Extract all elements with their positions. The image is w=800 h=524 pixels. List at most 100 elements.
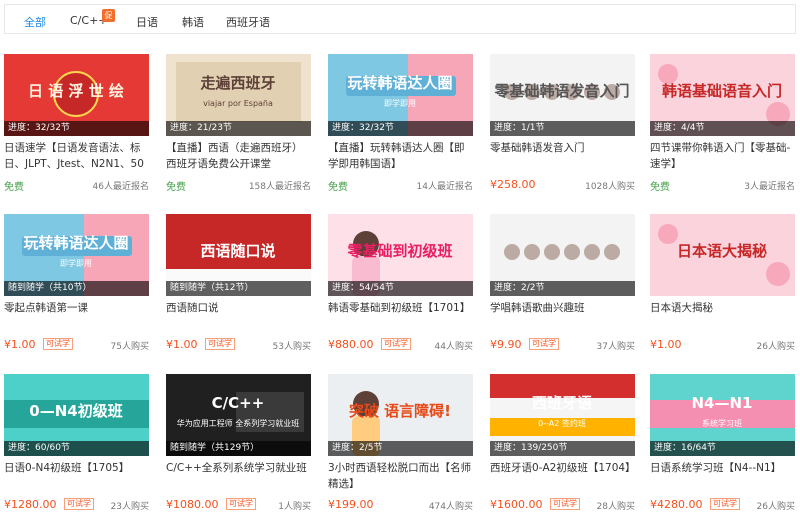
thumbnail-title: 韩语基础语音入门 (662, 82, 782, 100)
thumbnail-title: 西语随口说 (200, 242, 275, 260)
course-title[interactable]: 日本语大揭秘 (650, 300, 795, 332)
course-card[interactable]: 零基础到初级班 进度：54/54节 韩语零基础到初级班【1701】 ¥880.00 可试… (328, 214, 473, 364)
thumbnail-subtitle: 0--A2 签约班 (538, 418, 586, 428)
course-card[interactable]: 西班牙语 0--A2 签约班进度：139/250节西班牙语0-A2初级班【1704… (490, 374, 635, 524)
course-title[interactable]: 日语0-N4初级班【1705】 (4, 460, 149, 492)
trial-badge: 可试学 (226, 498, 256, 510)
thumbnail-title: 玩转韩语达人圈 (23, 234, 128, 252)
decor-face (524, 244, 540, 260)
tab-spanish[interactable]: 西班牙语 (226, 14, 270, 30)
course-thumbnail[interactable]: 西语随口说 随到随学（共12节） (166, 214, 311, 296)
thumbnail-title: 西班牙语 (532, 394, 592, 412)
course-card[interactable]: 进度：2/2节学唱韩语歌曲兴趣班 ¥9.90 可试学 37人购买 (490, 214, 635, 364)
trial-badge: 可试学 (64, 498, 94, 510)
course-card[interactable]: N4—N1 系统学习班 进度：16/64节日语系统学习班【N4--N1】 ¥4280.… (650, 374, 795, 524)
course-thumbnail[interactable]: N4—N1 系统学习班 进度：16/64节 (650, 374, 795, 456)
tab-korean[interactable]: 韩语 (182, 14, 204, 30)
course-thumbnail[interactable]: 零基础韩语发音入门 进度：1/1节 (490, 54, 635, 136)
course-thumbnail[interactable]: 进度：2/2节 (490, 214, 635, 296)
course-thumbnail[interactable]: 0—N4初级班 进度：60/60节 (4, 374, 149, 456)
enrollment-count: 46人最近报名 (92, 182, 149, 192)
progress-label: 随到随学（共10节） (4, 281, 149, 296)
course-card[interactable]: 日本语大揭秘 日本语大揭秘 ¥1.00 26人购买 (650, 214, 795, 364)
course-title[interactable]: 西班牙语0-A2初级班【1704】 (490, 460, 635, 492)
decor-face (564, 244, 580, 260)
course-thumbnail[interactable]: 玩转韩语达人圈 即学即用 随到随学（共10节） (4, 214, 149, 296)
price-label: ¥880.00 (328, 338, 374, 351)
enrollment-count: 158人最近报名 (248, 182, 311, 192)
course-thumbnail[interactable]: 日 语 浮 世 绘进度：32/32节 (4, 54, 149, 136)
course-card[interactable]: 突破 语言障碍! 进度：2/5节 3小时西语轻松脱口而出【名师精选】 ¥199.00 4… (328, 374, 473, 524)
course-title[interactable]: 【直播】玩转韩语达人圈【即学即用韩国语】 (328, 140, 473, 172)
course-title[interactable]: 零基础韩语发音入门 (490, 140, 635, 172)
course-title[interactable]: 学唱韩语歌曲兴趣班 (490, 300, 635, 332)
enrollment-count: 23人购买 (110, 502, 149, 512)
thumbnail-title: 日本语大揭秘 (677, 242, 767, 260)
price-label: ¥4280.00 (650, 498, 703, 511)
enrollment-count: 14人最近报名 (416, 182, 473, 192)
course-thumbnail[interactable]: 零基础到初级班 进度：54/54节 (328, 214, 473, 296)
price-label: ¥1.00 (4, 338, 36, 351)
promo-badge: 促 (102, 9, 115, 22)
course-title[interactable]: 3小时西语轻松脱口而出【名师精选】 (328, 460, 473, 492)
course-thumbnail[interactable]: 突破 语言障碍! 进度：2/5节 (328, 374, 473, 456)
course-thumbnail-image: 日本语大揭秘 (650, 214, 795, 296)
course-thumbnail[interactable]: 玩转韩语达人圈 即学即用 进度：32/32节 (328, 54, 473, 136)
decor-paper (176, 62, 301, 122)
progress-label: 进度：4/4节 (650, 121, 795, 136)
course-card[interactable]: 玩转韩语达人圈 即学即用 随到随学（共10节） 零起点韩语第一课 ¥1.00 可试学 75人… (4, 214, 149, 364)
course-title[interactable]: 日语系统学习班【N4--N1】 (650, 460, 795, 492)
progress-label: 进度：2/5节 (328, 441, 473, 456)
trial-badge: 可试学 (529, 338, 559, 350)
price-label: ¥9.90 (490, 338, 522, 351)
price-label: ¥1.00 (650, 338, 682, 351)
thumbnail-title: 日 语 浮 世 绘 (28, 82, 124, 100)
price-label: ¥1600.00 (490, 498, 543, 511)
free-label: 免费 (166, 182, 186, 193)
course-title[interactable]: 韩语零基础到初级班【1701】 (328, 300, 473, 332)
course-thumbnail[interactable]: 西班牙语 0--A2 签约班进度：139/250节 (490, 374, 635, 456)
tab-japanese[interactable]: 日语 (136, 14, 158, 30)
thumbnail-title: 玩转韩语达人圈 (347, 74, 452, 92)
free-label: 免费 (650, 182, 670, 193)
price-label: ¥199.00 (328, 498, 374, 511)
thumbnail-title: 0—N4初级班 (29, 402, 122, 420)
progress-label: 随到随学（共129节） (166, 441, 311, 456)
thumbnail-title: 突破 语言障碍! (349, 402, 451, 420)
progress-label: 进度：54/54节 (328, 281, 473, 296)
course-thumbnail[interactable]: 走遍西班牙 viajar por España 进度：21/23节 (166, 54, 311, 136)
progress-label: 进度：139/250节 (490, 441, 635, 456)
course-title[interactable]: 四节课带你韩语入门【零基础-速学】 (650, 140, 795, 172)
tab-all[interactable]: 全部 (24, 14, 46, 30)
course-card[interactable]: 日 语 浮 世 绘进度：32/32节日语速学【日语发音语法、标日、JLPT、Jt… (4, 54, 149, 204)
course-card[interactable]: 韩语基础语音入门 进度：4/4节 四节课带你韩语入门【零基础-速学】 免费 3人最近报名 (650, 54, 795, 204)
category-tabs: 全部 C/C++ 促 日语 韩语 西班牙语 (4, 4, 796, 34)
course-card[interactable]: 玩转韩语达人圈 即学即用 进度：32/32节【直播】玩转韩语达人圈【即学即用韩国语】… (328, 54, 473, 204)
decor-face (504, 244, 520, 260)
trial-badge: 可试学 (710, 498, 740, 510)
course-title[interactable]: 西语随口说 (166, 300, 311, 332)
course-card[interactable]: 零基础韩语发音入门 进度：1/1节 零基础韩语发音入门 ¥258.00 1028人购买 (490, 54, 635, 204)
course-card[interactable]: 0—N4初级班 进度：60/60节 日语0-N4初级班【1705】 ¥1280.00 可… (4, 374, 149, 524)
thumbnail-title: 走遍西班牙 (200, 74, 275, 92)
course-title[interactable]: C/C++全系列系统学习就业班 (166, 460, 311, 492)
course-title[interactable]: 日语速学【日语发音语法、标日、JLPT、Jtest、N2N1、50音】 (4, 140, 149, 172)
enrollment-count: 26人购买 (756, 502, 795, 512)
enrollment-count: 26人购买 (756, 342, 795, 352)
course-thumbnail[interactable]: C/C++ 华为应用工程师 全系列学习就业班 随到随学（共129节） (166, 374, 311, 456)
enrollment-count: 53人购买 (272, 342, 311, 352)
course-card[interactable]: 走遍西班牙 viajar por España 进度：21/23节【直播】西语（走遍… (166, 54, 311, 204)
decor-flower (658, 64, 678, 84)
enrollment-count: 28人购买 (596, 502, 635, 512)
course-card[interactable]: 西语随口说 随到随学（共12节） 西语随口说 ¥1.00 可试学 53人购买 (166, 214, 311, 364)
course-title[interactable]: 零起点韩语第一课 (4, 300, 149, 332)
decor-face (584, 244, 600, 260)
decor-flower (766, 262, 790, 286)
course-card[interactable]: C/C++ 华为应用工程师 全系列学习就业班 随到随学（共129节） C/C++全系列… (166, 374, 311, 524)
progress-label: 进度：32/32节 (4, 121, 149, 136)
course-thumbnail[interactable]: 日本语大揭秘 (650, 214, 795, 296)
course-title[interactable]: 【直播】西语（走遍西班牙）西班牙语免费公开课堂 (166, 140, 311, 172)
trial-badge: 可试学 (205, 338, 235, 350)
enrollment-count: 37人购买 (596, 342, 635, 352)
course-thumbnail[interactable]: 韩语基础语音入门 进度：4/4节 (650, 54, 795, 136)
